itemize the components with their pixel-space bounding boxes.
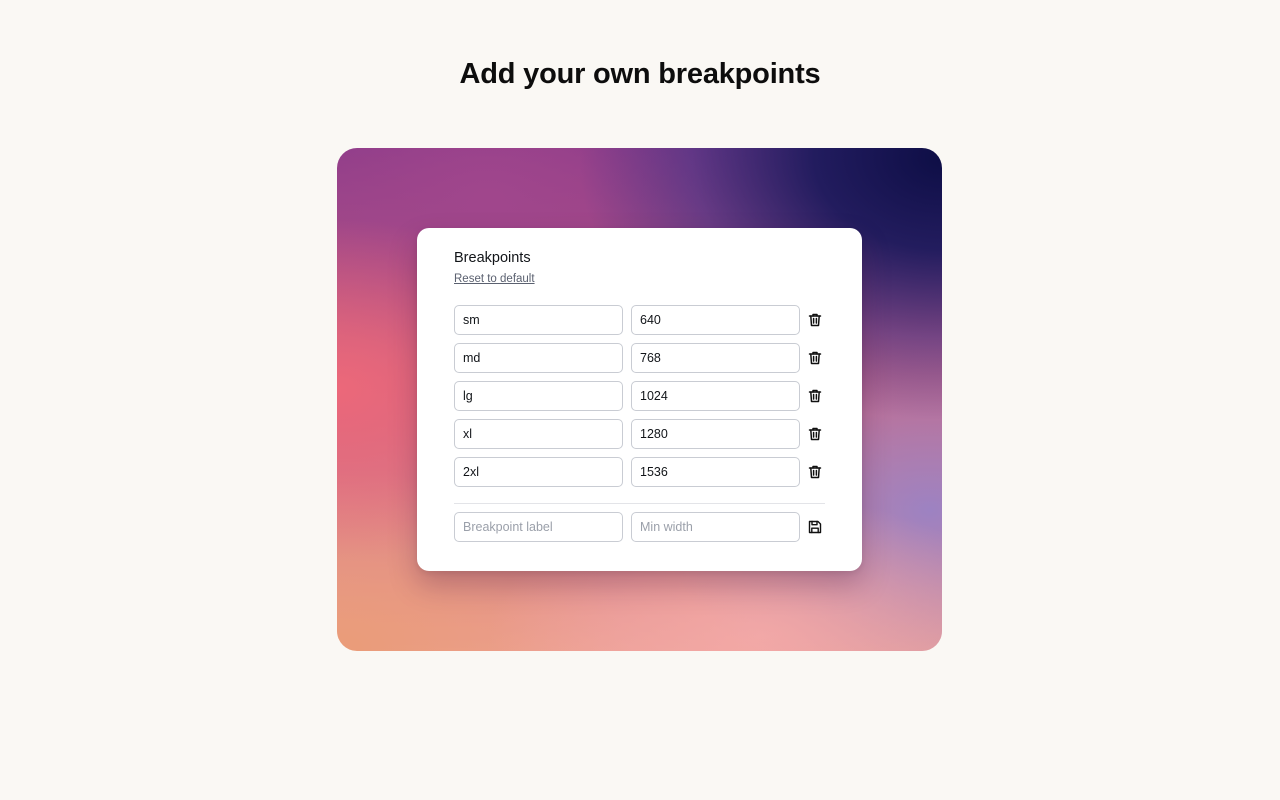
divider — [454, 503, 825, 504]
save-icon[interactable] — [806, 518, 824, 536]
breakpoint-label-input[interactable] — [454, 381, 623, 411]
breakpoint-width-input[interactable] — [631, 457, 800, 487]
breakpoints-card: Breakpoints Reset to default — [417, 228, 862, 571]
trash-icon[interactable] — [806, 311, 824, 329]
breakpoint-row — [454, 457, 826, 487]
new-breakpoint-width-input[interactable] — [631, 512, 800, 542]
card-title: Breakpoints — [454, 250, 531, 266]
breakpoint-row — [454, 343, 826, 373]
breakpoint-width-input[interactable] — [631, 305, 800, 335]
trash-icon[interactable] — [806, 387, 824, 405]
breakpoint-row — [454, 381, 826, 411]
breakpoint-width-input[interactable] — [631, 343, 800, 373]
breakpoint-label-input[interactable] — [454, 343, 623, 373]
page-title: Add your own breakpoints — [459, 58, 821, 90]
new-breakpoint-row — [454, 512, 826, 542]
breakpoint-width-input[interactable] — [631, 381, 800, 411]
breakpoint-row — [454, 305, 826, 335]
breakpoint-width-input[interactable] — [631, 419, 800, 449]
reset-to-default-link[interactable]: Reset to default — [454, 273, 535, 285]
new-breakpoint-label-input[interactable] — [454, 512, 623, 542]
breakpoint-label-input[interactable] — [454, 419, 623, 449]
trash-icon[interactable] — [806, 463, 824, 481]
breakpoint-label-input[interactable] — [454, 457, 623, 487]
breakpoint-row — [454, 419, 826, 449]
breakpoint-label-input[interactable] — [454, 305, 623, 335]
trash-icon[interactable] — [806, 425, 824, 443]
trash-icon[interactable] — [806, 349, 824, 367]
